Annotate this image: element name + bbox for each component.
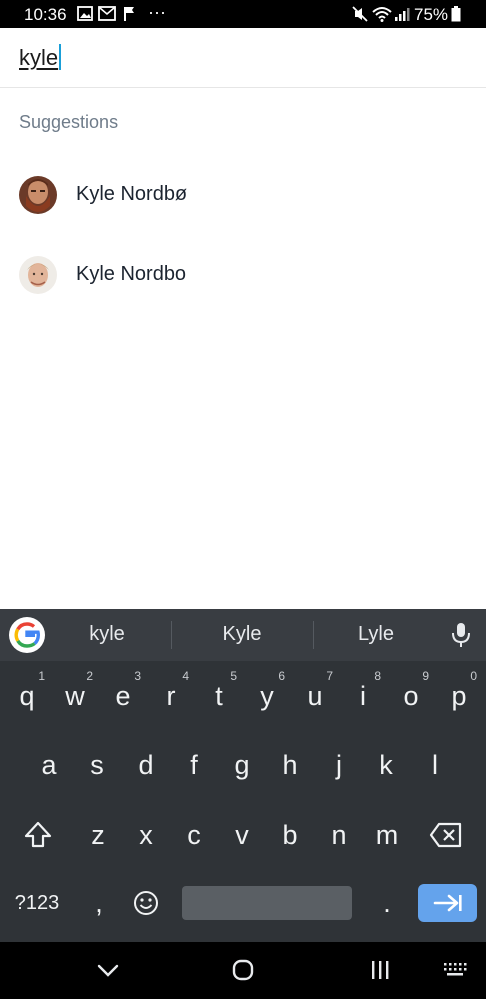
emoji-icon[interactable]	[124, 881, 168, 925]
search-bar[interactable]: kyle	[0, 28, 486, 88]
shift-icon[interactable]	[16, 813, 60, 857]
back-icon[interactable]	[97, 964, 119, 983]
avatar	[19, 256, 57, 294]
home-icon[interactable]	[232, 959, 254, 986]
email-icon	[98, 6, 116, 26]
battery-icon	[451, 6, 461, 27]
key-a[interactable]: a	[27, 743, 71, 787]
word-suggestion[interactable]: Lyle	[316, 623, 436, 646]
key-label: i	[360, 681, 366, 711]
key-d[interactable]: d	[124, 743, 168, 787]
navigation-bar	[0, 942, 486, 999]
suggestion-divider	[313, 621, 314, 649]
suggestion-name: Kyle Nordbø	[76, 183, 188, 205]
keyboard-suggestion-bar: kyle Kyle Lyle	[0, 609, 486, 661]
key-s[interactable]: s	[75, 743, 119, 787]
suggestion-name: Kyle Nordbo	[76, 263, 187, 285]
key-hint: 0	[470, 669, 477, 683]
key-hint: 6	[278, 669, 285, 683]
key-l[interactable]: l	[413, 743, 457, 787]
key-label: q	[19, 681, 35, 711]
key-p[interactable]: p0	[437, 670, 481, 718]
key-label: t	[215, 681, 223, 711]
key-hint: 3	[134, 669, 141, 683]
key-k[interactable]: k	[364, 743, 408, 787]
key-hint: 7	[326, 669, 333, 683]
word-suggestion[interactable]: kyle	[47, 623, 167, 646]
backspace-icon[interactable]	[424, 813, 468, 857]
key-u[interactable]: u7	[293, 670, 337, 718]
key-label: r	[166, 681, 176, 711]
key-hint: 9	[422, 669, 429, 683]
avatar	[19, 176, 57, 214]
key-c[interactable]: c	[172, 813, 216, 857]
key-y[interactable]: y6	[245, 670, 289, 718]
key-x[interactable]: x	[124, 813, 168, 857]
key-f[interactable]: f	[172, 743, 216, 787]
key-label: p	[451, 681, 467, 711]
keyboard: kyle Kyle Lyle q1 w2 e3 r4 t5 y6 u7 i8 o…	[0, 609, 486, 942]
key-period[interactable]: .	[365, 881, 409, 925]
key-m[interactable]: m	[365, 813, 409, 857]
key-i[interactable]: i8	[341, 670, 385, 718]
word-suggestion[interactable]: Kyle	[182, 623, 302, 646]
key-label: o	[403, 681, 419, 711]
battery-percent: 75%	[414, 5, 449, 24]
key-label: y	[260, 681, 274, 711]
key-label: u	[307, 681, 323, 711]
key-hint: 2	[86, 669, 93, 683]
key-e[interactable]: e3	[101, 670, 145, 718]
key-t[interactable]: t5	[197, 670, 241, 718]
search-query: kyle	[19, 45, 59, 70]
signal-icon	[394, 6, 410, 27]
suggestion-item[interactable]: Kyle Nordbo	[0, 242, 486, 306]
key-g[interactable]: g	[220, 743, 264, 787]
key-b[interactable]: b	[268, 813, 312, 857]
mute-icon	[352, 6, 368, 27]
key-z[interactable]: z	[76, 813, 120, 857]
space-key[interactable]	[182, 886, 352, 920]
key-comma[interactable]: ,	[77, 881, 121, 925]
key-hint: 8	[374, 669, 381, 683]
recents-icon[interactable]	[369, 959, 391, 986]
status-time: 10:36	[24, 5, 67, 24]
more-notifications-icon: ···	[148, 2, 166, 22]
key-hint: 4	[182, 669, 189, 683]
wifi-icon	[372, 6, 392, 27]
key-label: w	[65, 681, 85, 711]
key-hint: 1	[38, 669, 45, 683]
google-icon[interactable]	[9, 617, 45, 653]
suggestion-divider	[171, 621, 172, 649]
key-q[interactable]: q1	[5, 670, 49, 718]
key-hint: 5	[230, 669, 237, 683]
text-cursor	[59, 44, 62, 70]
gallery-icon	[77, 6, 93, 26]
enter-icon[interactable]	[418, 884, 477, 922]
key-n[interactable]: n	[317, 813, 361, 857]
keyboard-hide-icon[interactable]	[443, 962, 467, 983]
mic-icon[interactable]	[450, 621, 472, 654]
key-o[interactable]: o9	[389, 670, 433, 718]
search-input[interactable]: kyle	[19, 44, 62, 71]
key-r[interactable]: r4	[149, 670, 193, 718]
key-label: e	[115, 681, 131, 711]
key-v[interactable]: v	[220, 813, 264, 857]
suggestions-heading: Suggestions	[19, 112, 119, 132]
key-j[interactable]: j	[317, 743, 361, 787]
symbols-key[interactable]: ?123	[5, 881, 69, 925]
key-h[interactable]: h	[268, 743, 312, 787]
flag-icon	[123, 6, 135, 26]
suggestion-item[interactable]: Kyle Nordbø	[0, 162, 486, 226]
key-w[interactable]: w2	[53, 670, 97, 718]
status-bar: 10:36 ··· 75%	[0, 0, 486, 28]
